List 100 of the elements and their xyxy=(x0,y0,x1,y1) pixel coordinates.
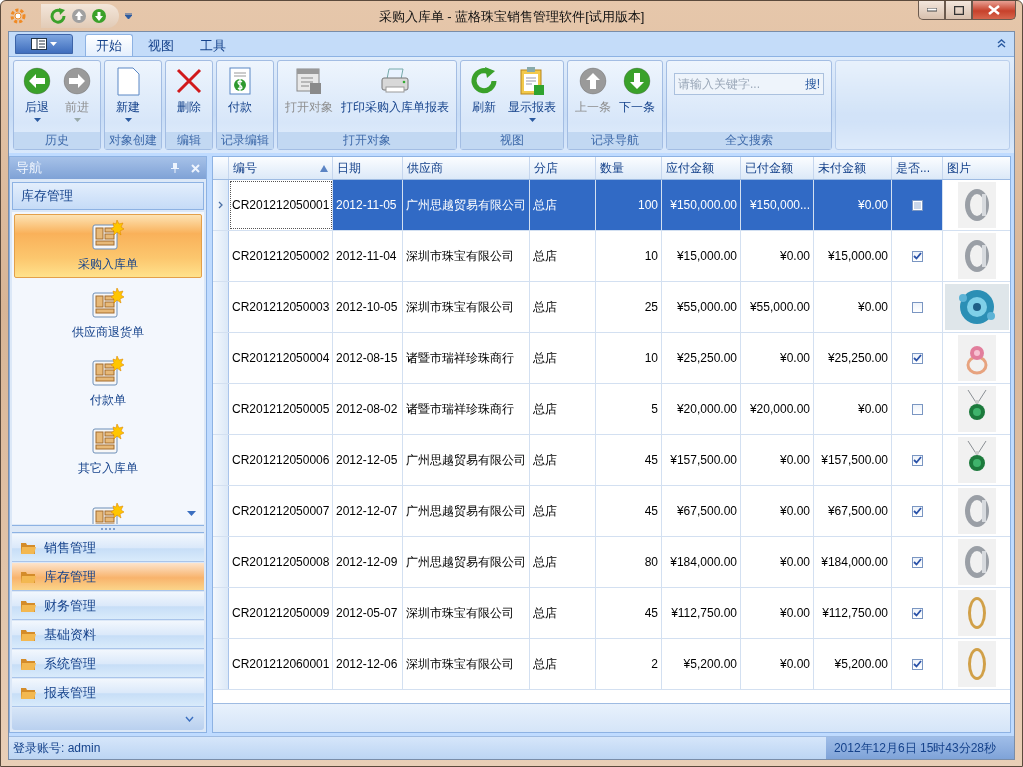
scroll-down-icon[interactable] xyxy=(187,511,196,516)
column-header[interactable]: 供应商 xyxy=(403,157,530,179)
table-cell: CR201212050002 xyxy=(229,231,333,281)
chevron-down-icon[interactable] xyxy=(185,716,194,722)
column-header[interactable]: 分店 xyxy=(530,157,596,179)
folder-icon xyxy=(20,540,36,555)
table-cell: CR201212050005 xyxy=(229,384,333,434)
column-header[interactable]: 未付金额 xyxy=(814,157,892,179)
table-row[interactable]: CR201212050004 2012-08-15 诸暨市瑞祥珍珠商行 总店 10 ¥25,250.00 ¥0.00 ¥25,250.00 xyxy=(213,333,1010,384)
ribbon-button[interactable]: 下一条 xyxy=(615,63,659,124)
nav-group[interactable]: 报表管理 xyxy=(12,679,204,707)
ribbon-button[interactable]: 后退 xyxy=(17,63,57,124)
search-button[interactable]: 搜! xyxy=(801,75,823,93)
ribbon-button[interactable]: 付款 xyxy=(220,63,260,124)
table-cell: ¥5,200.00 xyxy=(662,639,741,689)
ribbon-tab[interactable]: 开始 xyxy=(85,34,133,56)
close-button[interactable] xyxy=(972,1,1016,20)
table-cell: 100 xyxy=(596,180,662,230)
panel-icon xyxy=(31,38,47,50)
table-row[interactable]: CR201212050008 2012-12-09 广州思越贸易有限公司 总店 80 ¥184,000.00 ¥0.00 ¥184,000.00 xyxy=(213,537,1010,588)
ribbon-tab[interactable]: 工具 xyxy=(189,34,237,56)
close-icon xyxy=(988,5,1000,15)
table-cell: ¥55,000.00 xyxy=(741,282,814,332)
table-cell: 深圳市珠宝有限公司 xyxy=(403,231,530,281)
checkbox[interactable] xyxy=(911,403,923,415)
nav-group[interactable]: 库存管理 xyxy=(12,563,204,591)
nav-group[interactable]: 销售管理 xyxy=(12,534,204,562)
nav-item[interactable]: 其它入库单 xyxy=(14,418,202,482)
column-header[interactable]: 已付金额 xyxy=(741,157,814,179)
panel-title: 导航 xyxy=(16,159,43,177)
group-label: 全文搜索 xyxy=(667,132,831,149)
table-row[interactable]: CR201212050006 2012-12-05 广州思越贸易有限公司 总店 45 ¥157,500.00 ¥0.00 ¥157,500.00 xyxy=(213,435,1010,486)
table-cell: 总店 xyxy=(530,537,596,587)
ribbon-button[interactable]: 刷新 xyxy=(464,63,504,124)
caret-icon xyxy=(50,42,57,46)
group-label: 记录编辑 xyxy=(217,132,273,149)
table-row[interactable]: CR201212050007 2012-12-07 广州思越贸易有限公司 总店 45 ¥67,500.00 ¥0.00 ¥67,500.00 xyxy=(213,486,1010,537)
table-cell: 2012-08-15 xyxy=(333,333,403,383)
column-header[interactable]: 应付金额 xyxy=(662,157,741,179)
checkbox[interactable] xyxy=(911,556,923,568)
checkbox[interactable] xyxy=(911,454,923,466)
nav-item[interactable]: 付款单 xyxy=(14,350,202,414)
column-header[interactable]: 数量 xyxy=(596,157,662,179)
column-header[interactable]: 图片 xyxy=(943,157,1010,179)
table-cell: ¥112,750.00 xyxy=(814,588,892,638)
table-row[interactable]: CR201212050003 2012-10-05 深圳市珠宝有限公司 总店 25 ¥55,000.00 ¥55,000.00 ¥0.00 xyxy=(213,282,1010,333)
ribbon-tab[interactable]: 视图 xyxy=(137,34,185,56)
nav-item[interactable]: 供应商退货单 xyxy=(14,282,202,346)
form-icon xyxy=(92,423,124,454)
table-row[interactable]: CR201212050005 2012-08-02 诸暨市瑞祥珍珠商行 总店 5 ¥20,000.00 ¥20,000.00 ¥0.00 xyxy=(213,384,1010,435)
ribbon-button[interactable]: 删除 xyxy=(169,63,209,124)
customize-caret-icon[interactable] xyxy=(125,13,132,19)
ribbon-button[interactable]: 打印采购入库单报表 xyxy=(337,63,453,124)
table-cell: 诸暨市瑞祥珍珠商行 xyxy=(403,384,530,434)
table-cell: 广州思越贸易有限公司 xyxy=(403,537,530,587)
group-title: 库存管理 xyxy=(12,182,204,210)
table-row[interactable]: CR201212050009 2012-05-07 深圳市珠宝有限公司 总店 45 ¥112,750.00 ¥0.00 ¥112,750.00 xyxy=(213,588,1010,639)
checkbox[interactable] xyxy=(911,658,923,670)
table-cell: ¥25,250.00 xyxy=(814,333,892,383)
table-cell: ¥0.00 xyxy=(741,486,814,536)
table-cell: ¥184,000.00 xyxy=(814,537,892,587)
column-header[interactable]: 编号 xyxy=(229,157,333,179)
ribbon-button[interactable]: 新建 xyxy=(108,63,148,124)
nav-item[interactable]: 采购入库单 xyxy=(14,214,202,278)
form-icon xyxy=(92,355,124,386)
table-cell: CR201212050004 xyxy=(229,333,333,383)
table-cell: 45 xyxy=(596,435,662,485)
table-row[interactable]: CR201212060001 2012-12-06 深圳市珠宝有限公司 总店 2 ¥5,200.00 ¥0.00 ¥5,200.00 xyxy=(213,639,1010,690)
checkbox[interactable] xyxy=(911,352,923,364)
column-header[interactable]: 日期 xyxy=(333,157,403,179)
nav-group[interactable]: 基础资料 xyxy=(12,621,204,649)
table-cell: ¥20,000.00 xyxy=(662,384,741,434)
app-menu-button[interactable] xyxy=(15,34,73,54)
checkbox[interactable] xyxy=(911,505,923,517)
ribbon-button[interactable]: 显示报表 xyxy=(504,63,560,124)
column-header[interactable]: 是否... xyxy=(892,157,943,179)
table-row[interactable]: CR201212050001 2012-11-05 广州思越贸易有限公司 总店 100 ¥150,000.00 ¥150,000... ¥0.00 xyxy=(213,180,1010,231)
table-cell: 深圳市珠宝有限公司 xyxy=(403,639,530,689)
collapse-icon[interactable] xyxy=(997,39,1006,48)
refresh-icon[interactable] xyxy=(49,7,67,25)
folder-icon xyxy=(20,685,36,700)
table-cell: 总店 xyxy=(530,333,596,383)
maximize-button[interactable] xyxy=(945,1,972,20)
checkbox[interactable] xyxy=(911,607,923,619)
checkbox[interactable] xyxy=(911,250,923,262)
table-cell: ¥157,500.00 xyxy=(662,435,741,485)
table-cell: 总店 xyxy=(530,435,596,485)
table-cell: 2012-05-07 xyxy=(333,588,403,638)
minimize-button[interactable] xyxy=(918,1,945,20)
table-cell: 2012-10-05 xyxy=(333,282,403,332)
search-field[interactable]: 请输入关键字... 搜! xyxy=(674,73,824,95)
checkbox[interactable] xyxy=(911,199,923,211)
table-cell: CR201212050001 xyxy=(229,180,333,230)
table-cell: CR201212050006 xyxy=(229,435,333,485)
nav-group[interactable]: 系统管理 xyxy=(12,650,204,678)
table-row[interactable]: CR201212050002 2012-11-04 深圳市珠宝有限公司 总店 10 ¥15,000.00 ¥0.00 ¥15,000.00 xyxy=(213,231,1010,282)
nav-group[interactable]: 财务管理 xyxy=(12,592,204,620)
group-label: 记录导航 xyxy=(568,132,662,149)
checkbox[interactable] xyxy=(911,301,923,313)
table-cell: ¥67,500.00 xyxy=(814,486,892,536)
